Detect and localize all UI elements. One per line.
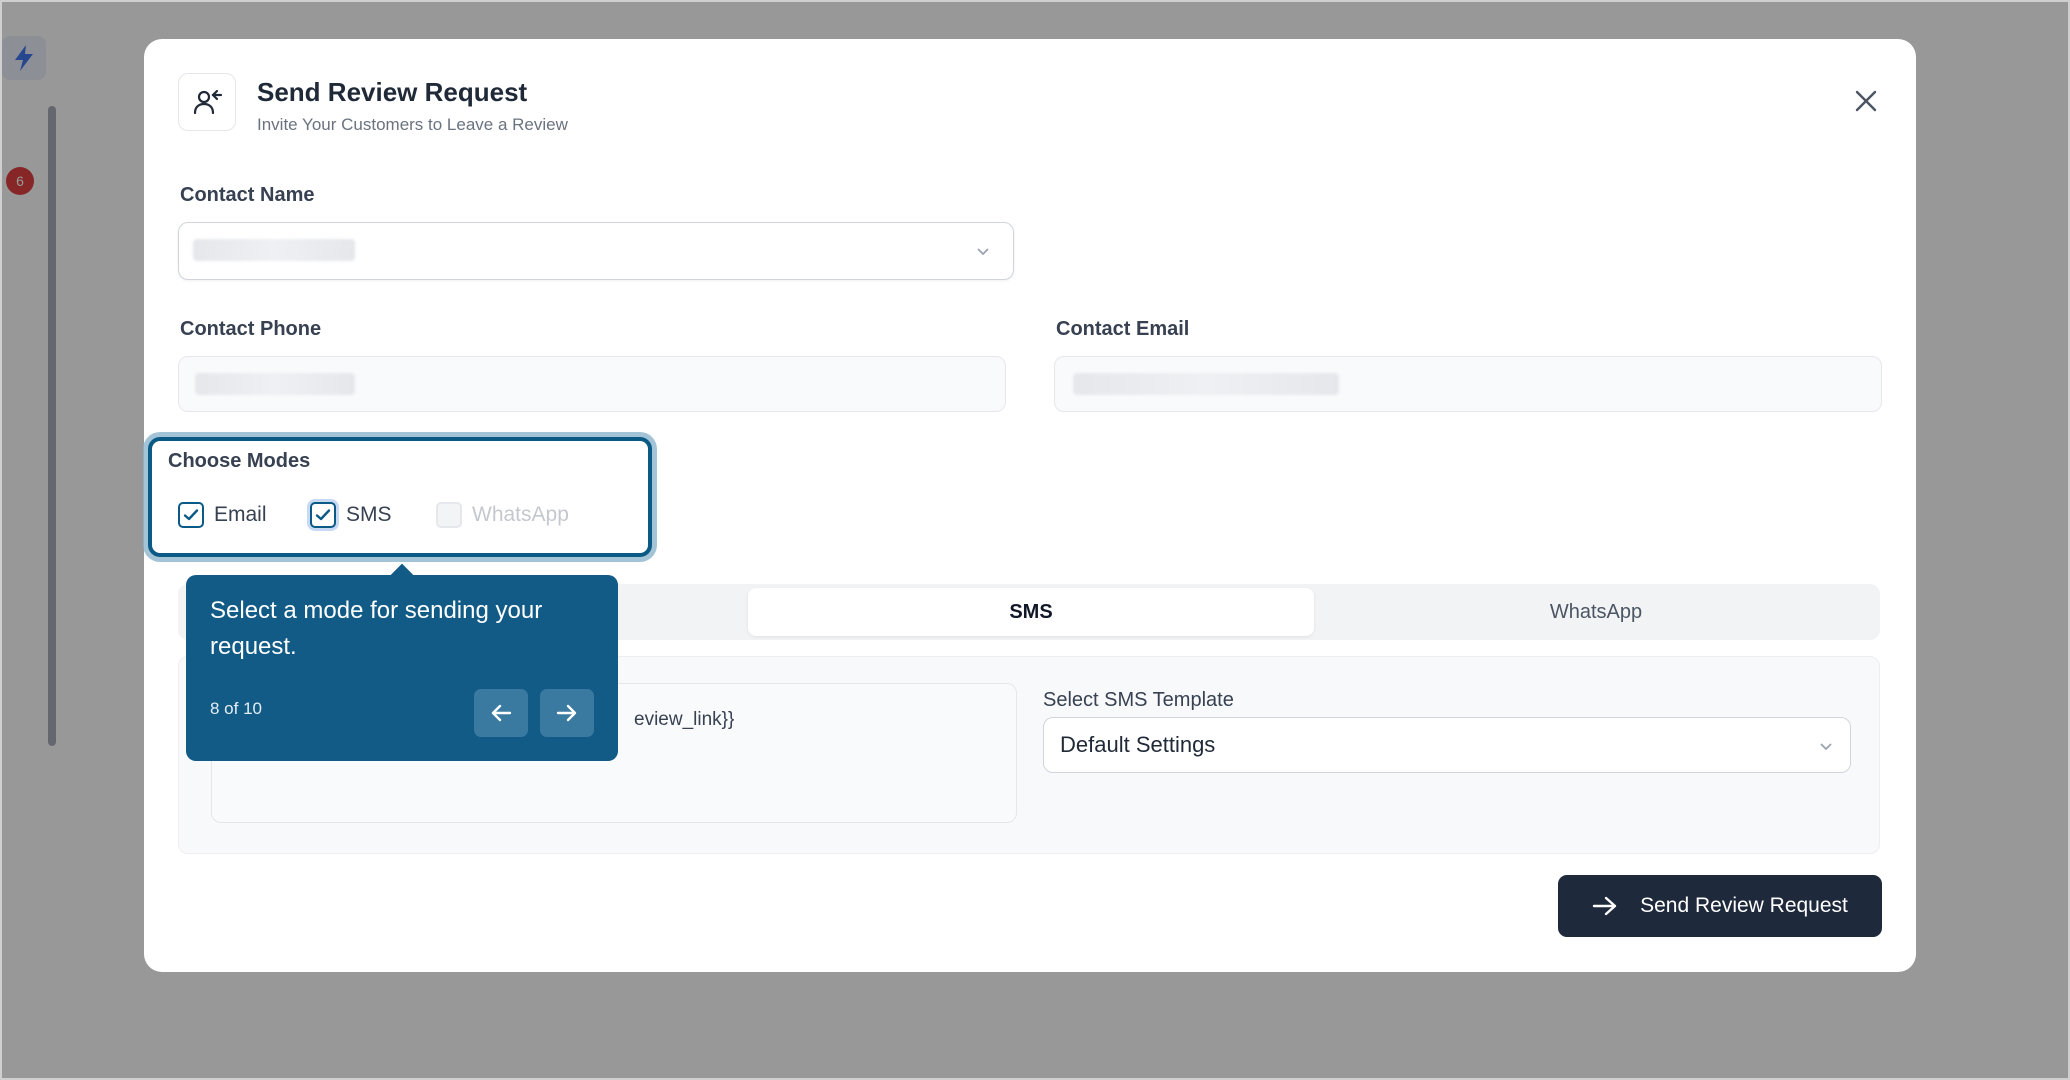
chevron-down-icon (977, 248, 989, 256)
mode-whatsapp-label: WhatsApp (472, 503, 569, 526)
tooltip-step-counter: 8 of 10 (210, 699, 262, 718)
tab-whatsapp[interactable]: WhatsApp (1313, 588, 1879, 636)
contact-email-field[interactable] (1054, 356, 1882, 412)
mode-email-checkbox[interactable]: Email (178, 502, 267, 528)
sms-message-text: eview_link}} (634, 709, 735, 730)
checkbox-checked-icon (310, 502, 336, 528)
mode-sms-checkbox[interactable]: SMS (310, 502, 392, 528)
sms-template-select[interactable]: Default Settings (1043, 717, 1851, 773)
tooltip-previous-button[interactable] (474, 689, 528, 737)
tooltip-next-button[interactable] (540, 689, 594, 737)
mode-whatsapp-checkbox[interactable]: WhatsApp (436, 502, 569, 528)
close-button[interactable] (1850, 85, 1882, 117)
modal-title: Send Review Request (257, 77, 528, 107)
contact-phone-field[interactable] (178, 356, 1006, 412)
send-review-modal: Send Review Request Invite Your Customer… (144, 39, 1916, 972)
arrow-left-icon (491, 704, 512, 722)
chevron-down-icon (1820, 743, 1832, 751)
contact-phone-value (195, 373, 355, 395)
checkbox-unchecked-icon (436, 502, 462, 528)
tooltip-text: Select a mode for sending your request. (210, 597, 543, 660)
walkthrough-tooltip: Select a mode for sending your request. … (186, 575, 618, 761)
contact-name-label: Contact Name (180, 184, 315, 206)
sms-template-label: Select SMS Template (1043, 689, 1234, 711)
modal-subtitle: Invite Your Customers to Leave a Review (257, 115, 568, 134)
contact-name-value (193, 239, 355, 261)
checkbox-checked-icon (178, 502, 204, 528)
send-button-label: Send Review Request (1640, 894, 1848, 917)
contact-email-value (1073, 373, 1339, 395)
user-plus-icon (178, 73, 236, 131)
mode-email-label: Email (214, 503, 267, 526)
contact-email-label: Contact Email (1056, 318, 1190, 340)
arrow-right-icon (1592, 896, 1617, 916)
arrow-right-icon (556, 704, 577, 722)
sms-template-value: Default Settings (1060, 732, 1216, 757)
close-icon (1855, 90, 1877, 112)
contact-name-select[interactable] (178, 222, 1014, 280)
contact-phone-label: Contact Phone (180, 318, 322, 340)
mode-sms-label: SMS (346, 503, 392, 526)
send-review-request-button[interactable]: Send Review Request (1558, 875, 1882, 937)
choose-modes-label: Choose Modes (168, 450, 311, 472)
tab-sms[interactable]: SMS (748, 588, 1314, 636)
